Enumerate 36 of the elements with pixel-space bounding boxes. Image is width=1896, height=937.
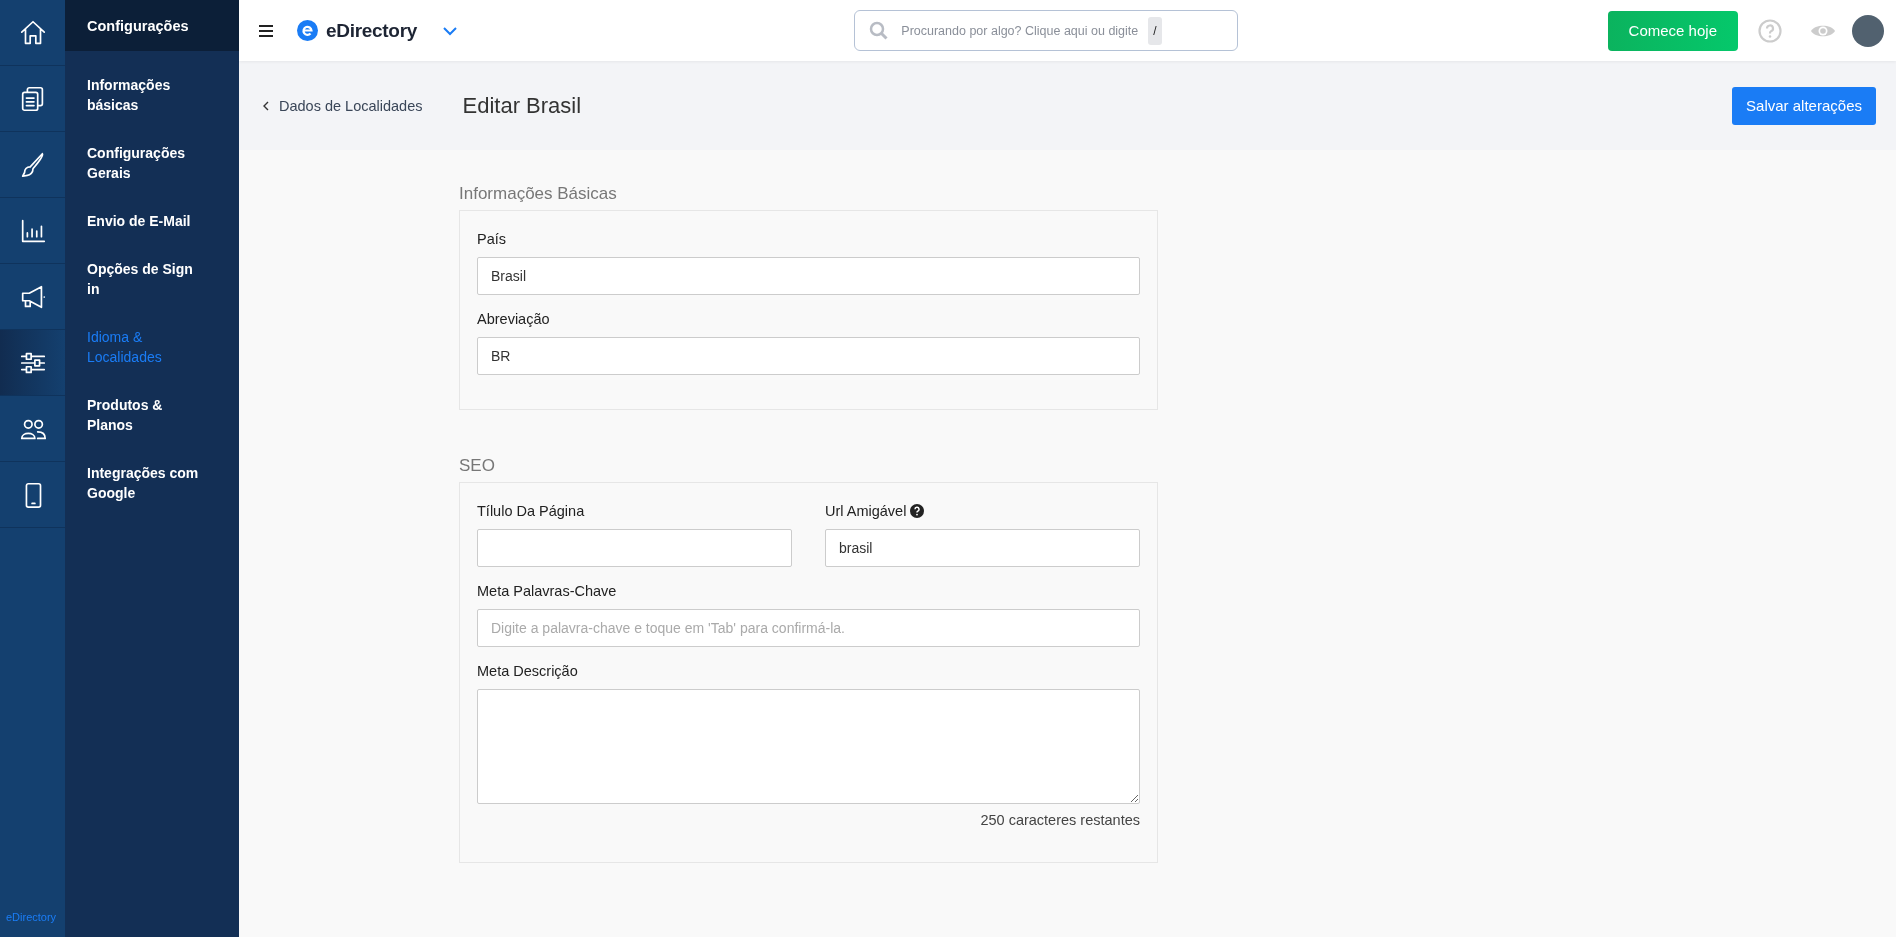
chevron-down-icon[interactable]	[443, 25, 457, 36]
help-icon[interactable]	[910, 504, 925, 518]
save-button[interactable]: Salvar alterações	[1732, 86, 1876, 125]
field-label: Tílulo Da Página	[477, 503, 585, 519]
shortcut-key: /	[1148, 16, 1162, 45]
field-label: Url Amigável	[825, 503, 907, 519]
chevron-left-icon	[263, 100, 269, 111]
sidebar-item[interactable]: Produtos & Planos	[65, 381, 239, 449]
input-field[interactable]: BR	[477, 337, 1140, 375]
field-label: Meta Palavras-Chave	[477, 583, 617, 599]
search-placeholder: Procurando por algo? Clique aqui ou digite	[901, 23, 1139, 38]
section-title: Informações Básicas	[459, 184, 618, 204]
page-title: Editar Brasil	[462, 92, 582, 119]
input-field[interactable]: brasil	[825, 529, 1140, 567]
search-icon	[869, 20, 890, 41]
menu-icon[interactable]	[259, 24, 273, 37]
sidebar-item[interactable]: Informações básicas	[65, 61, 239, 129]
sidebar-item[interactable]: Configurações Gerais	[65, 129, 239, 197]
field-label: Meta Descrição	[477, 663, 578, 679]
sidebar-item[interactable]: Envio de E-Mail	[65, 197, 239, 245]
sidebar-item[interactable]: Opções de Sign in	[65, 245, 239, 313]
brand-name: eDirectory	[326, 19, 417, 42]
sidebar-item[interactable]: Integrações com Google	[65, 449, 239, 517]
character-counter: 250 caracteres restantes	[979, 812, 1140, 828]
search-field[interactable]: Procurando por algo? Clique aqui ou digite /	[854, 10, 1239, 51]
input-field[interactable]	[477, 529, 792, 567]
field-label: Abreviação	[477, 311, 550, 327]
brand-footer: eDirectory	[0, 911, 65, 937]
field-label: País	[477, 231, 506, 247]
section-title: SEO	[459, 456, 496, 476]
avatar[interactable]	[1852, 14, 1884, 47]
input-field[interactable]: Digite a palavra-chave e toque em 'Tab' para confirmá-la.	[477, 609, 1140, 647]
back-link[interactable]: Dados de Localidades	[263, 97, 423, 114]
input-field[interactable]: Brasil	[477, 257, 1140, 295]
logo-icon	[297, 20, 318, 41]
sidebar-title: Configurações	[65, 0, 239, 51]
